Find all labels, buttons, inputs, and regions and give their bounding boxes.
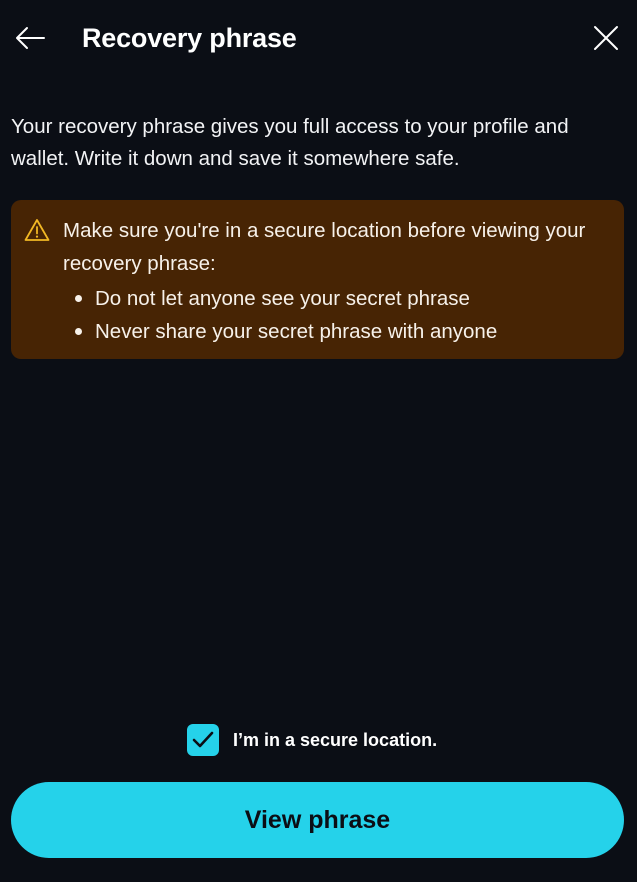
secure-location-label: I’m in a secure location. bbox=[233, 729, 438, 750]
warning-banner: Make sure you're in a secure location be… bbox=[11, 200, 624, 359]
recovery-phrase-screen: Recovery phrase Your recovery phrase giv… bbox=[0, 0, 637, 882]
secure-location-checkbox[interactable] bbox=[187, 723, 219, 756]
view-phrase-button[interactable]: View phrase bbox=[11, 782, 624, 858]
warning-list: Do not let anyone see your secret phrase… bbox=[71, 282, 611, 348]
header: Recovery phrase bbox=[0, 0, 637, 76]
back-button[interactable] bbox=[10, 18, 50, 58]
warning-list-item: Do not let anyone see your secret phrase bbox=[71, 282, 611, 315]
secure-location-checkbox-row[interactable]: I’m in a secure location. bbox=[187, 723, 437, 756]
warning-triangle-icon bbox=[24, 219, 50, 241]
intro-text: Your recovery phrase gives you full acce… bbox=[11, 115, 569, 170]
close-button[interactable] bbox=[586, 18, 626, 58]
close-icon bbox=[594, 26, 618, 50]
page-title: Recovery phrase bbox=[82, 23, 297, 53]
check-icon bbox=[192, 731, 214, 747]
arrow-left-icon bbox=[16, 27, 45, 49]
warning-list-item: Never share your secret phrase with anyo… bbox=[71, 315, 611, 348]
warning-heading: Make sure you're in a secure location be… bbox=[63, 219, 586, 275]
